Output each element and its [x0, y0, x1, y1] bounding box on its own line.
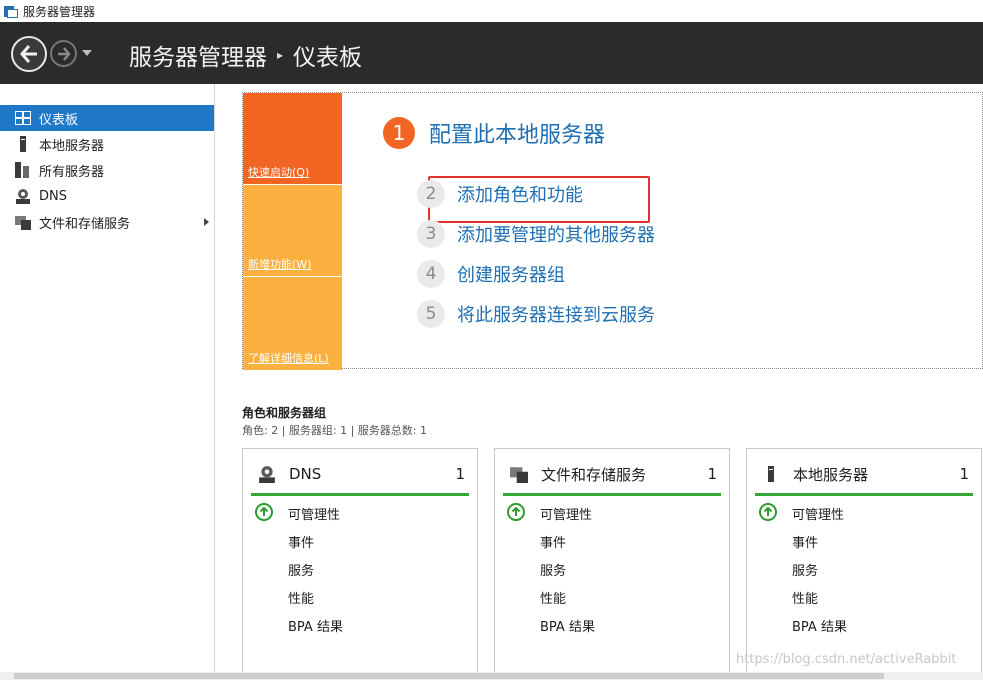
- sidebar-item-all-servers[interactable]: 所有服务器: [0, 157, 214, 183]
- card-title: DNS: [289, 465, 322, 483]
- card-header[interactable]: 本地服务器 1: [761, 463, 969, 485]
- step-number: 1: [383, 117, 415, 149]
- step-number: 2: [417, 180, 445, 208]
- status-bar: [503, 493, 721, 496]
- sidebar-item-label: DNS: [39, 188, 67, 204]
- breadcrumb-root[interactable]: 服务器管理器: [129, 38, 267, 72]
- quick-start-tile[interactable]: 快速启动(Q): [243, 93, 342, 184]
- card-row-manageability[interactable]: 可管理性: [792, 504, 844, 523]
- step-label[interactable]: 添加角色和功能: [457, 181, 583, 207]
- sidebar-item-file-storage[interactable]: 文件和存储服务: [0, 209, 214, 235]
- sidebar-item-dashboard[interactable]: 仪表板: [0, 105, 214, 131]
- step-label[interactable]: 创建服务器组: [457, 261, 565, 287]
- step-label[interactable]: 添加要管理的其他服务器: [457, 221, 655, 247]
- status-bar: [755, 493, 973, 496]
- learn-more-tile[interactable]: 了解详细信息(L): [243, 277, 342, 370]
- whats-new-tile[interactable]: 新增功能(W): [243, 185, 342, 276]
- page-title: 仪表板: [293, 45, 363, 71]
- learn-more-link[interactable]: 了解详细信息(L): [248, 350, 329, 366]
- arrow-up-ok-icon: [759, 503, 777, 521]
- card-count: 1: [959, 465, 969, 483]
- configure-local-server-step[interactable]: 1 配置此本地服务器: [383, 117, 605, 149]
- card-title: 文件和存储服务: [541, 465, 647, 484]
- create-server-group-step[interactable]: 4 创建服务器组: [417, 260, 565, 288]
- server-icon: [761, 465, 781, 483]
- card-row-events[interactable]: 事件: [288, 532, 314, 551]
- window-titlebar: 服务器管理器: [0, 0, 983, 22]
- breadcrumb: 服务器管理器 ▸ 仪表板: [129, 38, 362, 72]
- sidebar-item-label: 所有服务器: [39, 164, 105, 180]
- step-number: 5: [417, 300, 445, 328]
- file-storage-icon: [14, 214, 32, 230]
- breadcrumb-separator: ▸: [277, 48, 284, 62]
- card-row-bpa-results[interactable]: BPA 结果: [288, 616, 343, 635]
- card-row-services[interactable]: 服务: [540, 560, 566, 579]
- header-bar: 服务器管理器 ▸ 仪表板: [0, 22, 983, 84]
- card-row-manageability[interactable]: 可管理性: [288, 504, 340, 523]
- forward-button[interactable]: [50, 40, 77, 67]
- step-label[interactable]: 配置此本地服务器: [429, 117, 605, 149]
- dns-icon: [257, 465, 277, 483]
- role-card-file-storage[interactable]: 文件和存储服务 1 可管理性 事件 服务 性能 BPA 结果: [494, 448, 730, 680]
- card-row-manageability[interactable]: 可管理性: [540, 504, 592, 523]
- add-other-servers-step[interactable]: 3 添加要管理的其他服务器: [417, 220, 655, 248]
- arrow-left-icon: [20, 45, 37, 63]
- card-row-performance[interactable]: 性能: [540, 588, 566, 607]
- arrow-up-ok-icon: [507, 503, 525, 521]
- step-number: 3: [417, 220, 445, 248]
- back-button[interactable]: [11, 36, 47, 72]
- history-dropdown-button[interactable]: [82, 50, 92, 56]
- card-count: 1: [707, 465, 717, 483]
- sidebar-item-label: 仪表板: [39, 112, 79, 128]
- dashboard-content: 快速启动(Q) 新增功能(W) 了解详细信息(L) 1 配置此本地服务器 2 添…: [216, 84, 983, 680]
- sidebar-item-label: 本地服务器: [39, 138, 105, 154]
- card-row-services[interactable]: 服务: [792, 560, 818, 579]
- file-storage-icon: [509, 465, 529, 483]
- add-roles-features-step[interactable]: 2 添加角色和功能: [417, 180, 583, 208]
- scrollbar-thumb[interactable]: [14, 673, 884, 679]
- sidebar-item-label: 文件和存储服务: [39, 216, 131, 232]
- arrow-up-ok-icon: [255, 503, 273, 521]
- welcome-panel: 快速启动(Q) 新增功能(W) 了解详细信息(L) 1 配置此本地服务器 2 添…: [242, 92, 983, 370]
- card-count: 1: [455, 465, 465, 483]
- card-row-events[interactable]: 事件: [792, 532, 818, 551]
- role-card-dns[interactable]: DNS 1 可管理性 事件 服务 性能 BPA 结果: [242, 448, 478, 680]
- quick-start-link[interactable]: 快速启动(Q): [248, 164, 309, 180]
- sidebar-item-local-server[interactable]: 本地服务器: [0, 131, 214, 157]
- server-icon: [14, 136, 32, 152]
- card-title: 本地服务器: [793, 465, 869, 484]
- sidebar: 仪表板 本地服务器 所有服务器 DNS 文件和存储服务: [0, 84, 215, 672]
- horizontal-scrollbar[interactable]: [0, 672, 983, 680]
- sidebar-item-dns[interactable]: DNS: [0, 183, 214, 209]
- roles-section-title: 角色和服务器组: [242, 406, 327, 420]
- step-number: 4: [417, 260, 445, 288]
- card-row-bpa-results[interactable]: BPA 结果: [540, 616, 595, 635]
- chevron-right-icon[interactable]: [204, 218, 209, 226]
- card-row-performance[interactable]: 性能: [792, 588, 818, 607]
- status-bar: [251, 493, 469, 496]
- step-label[interactable]: 将此服务器连接到云服务: [457, 301, 655, 327]
- card-header[interactable]: 文件和存储服务 1: [509, 463, 717, 485]
- whats-new-link[interactable]: 新增功能(W): [248, 256, 311, 272]
- card-row-events[interactable]: 事件: [540, 532, 566, 551]
- roles-section-summary: 角色: 2 | 服务器组: 1 | 服务器总数: 1: [242, 424, 428, 437]
- card-row-services[interactable]: 服务: [288, 560, 314, 579]
- card-row-performance[interactable]: 性能: [288, 588, 314, 607]
- watermark: https://blog.csdn.net/activeRabbit: [736, 652, 957, 667]
- dns-icon: [14, 188, 32, 204]
- server-manager-icon: [4, 4, 18, 18]
- arrow-right-icon: [57, 46, 71, 61]
- dashboard-icon: [14, 110, 32, 126]
- card-row-bpa-results[interactable]: BPA 结果: [792, 616, 847, 635]
- window-title: 服务器管理器: [23, 4, 96, 19]
- role-card-local-server[interactable]: 本地服务器 1 可管理性 事件 服务 性能 BPA 结果: [746, 448, 982, 680]
- card-header[interactable]: DNS 1: [257, 463, 465, 485]
- connect-cloud-step[interactable]: 5 将此服务器连接到云服务: [417, 300, 655, 328]
- servers-icon: [14, 162, 32, 178]
